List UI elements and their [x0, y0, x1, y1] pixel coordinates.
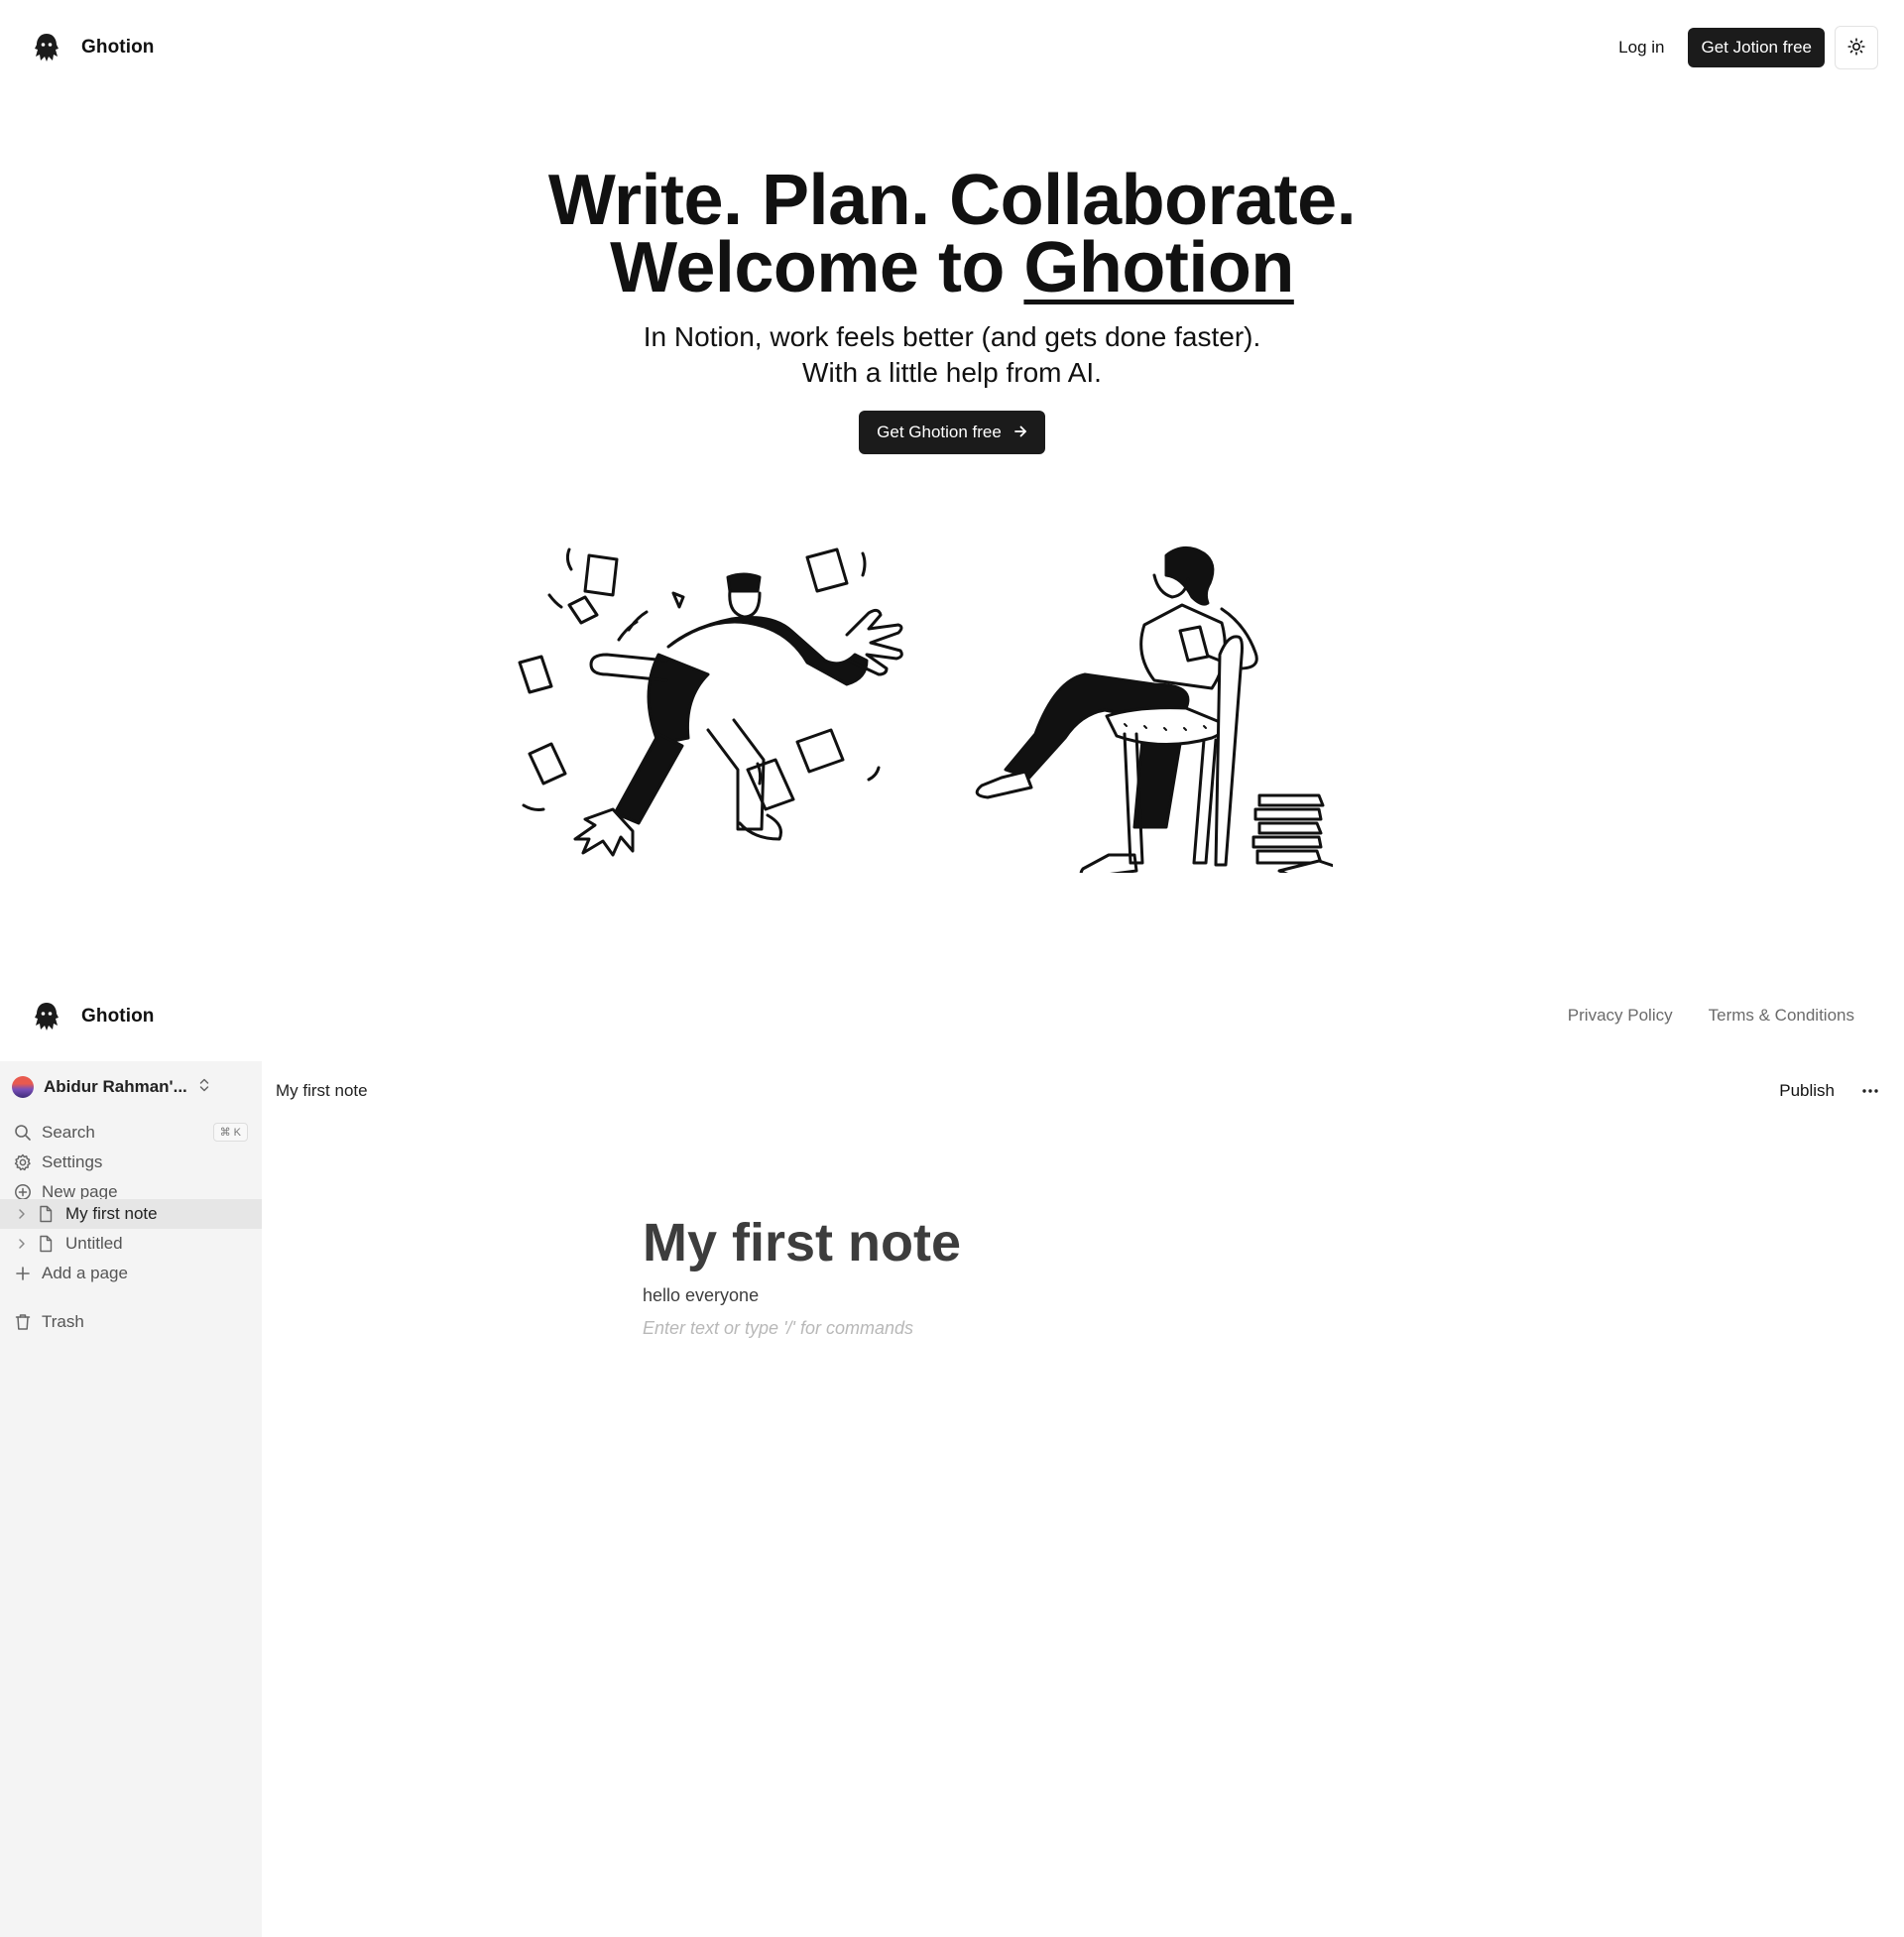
ghost-logo-icon — [30, 31, 63, 64]
login-button[interactable]: Log in — [1605, 28, 1678, 67]
editor: My first note hello everyone — [643, 1212, 1535, 1339]
footer-brand[interactable]: Ghotion — [30, 1000, 155, 1033]
arrow-right-icon — [1013, 423, 1027, 443]
hero-cta-button[interactable]: Get Ghotion free — [859, 411, 1045, 454]
landing-navbar: Ghotion Log in Get Jotion free — [0, 0, 1904, 95]
sidebar-page-my-first-note[interactable]: My first note — [0, 1199, 262, 1229]
hero-subtitle-line1: In Notion, work feels better (and gets d… — [643, 321, 1261, 352]
search-icon — [13, 1123, 33, 1143]
sun-icon — [1847, 37, 1865, 59]
app-workspace: Abidur Rahman'... Search ⌘ K Settings Ne… — [0, 1061, 1904, 1937]
avatar — [12, 1076, 34, 1098]
landing-footer: Ghotion Privacy Policy Terms & Condition… — [0, 992, 1904, 1061]
hero-subtitle: In Notion, work feels better (and gets d… — [0, 319, 1904, 391]
chevron-right-icon[interactable] — [15, 1208, 29, 1220]
brand[interactable]: Ghotion — [30, 31, 155, 64]
hero-section: Write. Plan. Collaborate. Welcome to Gho… — [0, 165, 1904, 454]
gear-icon — [13, 1152, 33, 1172]
file-icon — [37, 1235, 55, 1253]
theme-toggle-button[interactable] — [1835, 26, 1878, 69]
sidebar-page-label: Untitled — [65, 1234, 123, 1253]
sidebar-page-untitled[interactable]: Untitled — [0, 1229, 262, 1259]
sidebar-item-settings[interactable]: Settings — [0, 1148, 262, 1177]
sidebar-item-label: Trash — [42, 1312, 84, 1331]
footer-links: Privacy Policy Terms & Conditions — [1568, 1006, 1854, 1026]
sidebar-item-search[interactable]: Search ⌘ K — [0, 1118, 262, 1148]
breadcrumb[interactable]: My first note — [276, 1081, 368, 1101]
sidebar-page-label: My first note — [65, 1204, 158, 1223]
plus-icon — [13, 1264, 33, 1283]
note-body-text[interactable]: hello everyone — [643, 1285, 1535, 1306]
brand-name: Ghotion — [81, 37, 155, 58]
sidebar-item-add-page[interactable]: Add a page — [0, 1259, 262, 1288]
footer-brand-name: Ghotion — [81, 1006, 155, 1027]
hero-illustration-image — [518, 546, 1351, 885]
publish-button[interactable]: Publish — [1769, 1073, 1844, 1109]
more-horizontal-icon[interactable] — [1858, 1079, 1882, 1103]
chevrons-up-down-icon — [197, 1077, 211, 1098]
file-icon — [37, 1205, 55, 1223]
hero-heading: Write. Plan. Collaborate. Welcome to Gho… — [0, 165, 1904, 303]
editor-input[interactable] — [643, 1318, 1238, 1339]
page-topbar: My first note Publish — [262, 1061, 1904, 1121]
sidebar-item-label: Search — [42, 1123, 95, 1142]
hero-heading-line2-prefix: Welcome to — [610, 228, 1024, 307]
hero-illustrations — [510, 536, 1351, 885]
ghost-logo-icon — [30, 1000, 63, 1033]
terms-link[interactable]: Terms & Conditions — [1709, 1006, 1854, 1026]
sidebar: Abidur Rahman'... Search ⌘ K Settings Ne… — [0, 1061, 262, 1937]
workspace-name: Abidur Rahman'... — [44, 1077, 187, 1096]
trash-icon — [13, 1312, 33, 1332]
page-title[interactable]: My first note — [643, 1212, 1535, 1273]
privacy-policy-link[interactable]: Privacy Policy — [1568, 1006, 1673, 1026]
chevron-right-icon[interactable] — [15, 1238, 29, 1250]
hero-heading-brand: Ghotion — [1023, 228, 1294, 307]
sidebar-item-trash[interactable]: Trash — [0, 1307, 262, 1337]
search-shortcut-badge: ⌘ K — [212, 1123, 248, 1142]
hero-cta-label: Get Ghotion free — [877, 423, 1002, 441]
get-free-button[interactable]: Get Jotion free — [1688, 28, 1825, 67]
hero-subtitle-line2: With a little help from AI. — [802, 357, 1102, 388]
sidebar-item-label: Add a page — [42, 1264, 128, 1282]
nav-actions: Log in Get Jotion free — [1605, 26, 1878, 69]
workspace-switcher[interactable]: Abidur Rahman'... — [12, 1074, 211, 1100]
sidebar-item-label: Settings — [42, 1152, 103, 1171]
